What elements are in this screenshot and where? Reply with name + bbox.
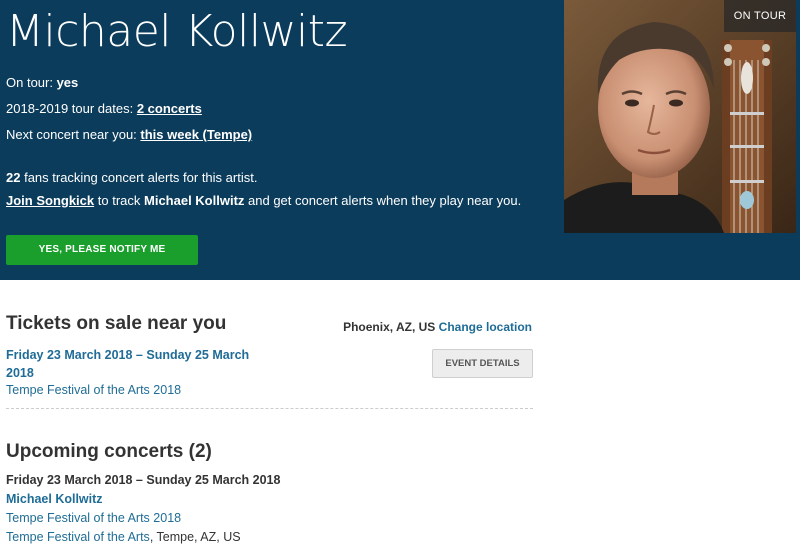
artist-name: Michael Kollwitz	[6, 6, 348, 57]
next-concert-link[interactable]: this week (Tempe)	[140, 127, 252, 142]
fans-line: 22 fans tracking concert alerts for this…	[6, 170, 257, 185]
artist-photo: ON TOUR	[564, 0, 796, 233]
on-tour-value: yes	[56, 75, 79, 90]
event-details-button[interactable]: EVENT DETAILS	[432, 349, 533, 378]
tour-dates-link[interactable]: 2 concerts	[137, 101, 202, 116]
ticket-event-name-link[interactable]: Tempe Festival of the Arts 2018	[6, 383, 181, 397]
tour-dates-label: 2018-2019 tour dates:	[6, 101, 137, 116]
upcoming-venue-link[interactable]: Tempe Festival of the Arts	[6, 530, 150, 544]
fans-text: fans tracking concert alerts for this ar…	[20, 170, 258, 185]
tour-dates-line: 2018-2019 tour dates: 2 concerts	[6, 101, 202, 116]
join-songkick-link[interactable]: Join Songkick	[6, 193, 94, 208]
current-location: Phoenix, AZ, US	[343, 320, 436, 334]
join-artist-name: Michael Kollwitz	[144, 193, 245, 208]
join-text-2: and get concert alerts when they play ne…	[244, 193, 522, 208]
on-tour-line: On tour: yes	[6, 75, 78, 90]
next-concert-line: Next concert near you: this week (Tempe)	[6, 127, 252, 142]
ticket-event-date-link[interactable]: Friday 23 March 2018 – Sunday 25 March 2…	[6, 346, 266, 382]
on-tour-badge: ON TOUR	[724, 0, 796, 32]
section-divider	[6, 408, 533, 409]
tickets-heading: Tickets on sale near you	[6, 313, 227, 334]
join-line: Join Songkick to track Michael Kollwitz …	[6, 193, 521, 208]
artist-portrait-image	[564, 0, 796, 233]
on-tour-label: On tour:	[6, 75, 57, 90]
location-line: Phoenix, AZ, US Change location	[343, 320, 532, 334]
notify-me-button[interactable]: YES, PLEASE NOTIFY ME	[6, 235, 198, 265]
change-location-link[interactable]: Change location	[439, 320, 532, 334]
upcoming-venue-line: Tempe Festival of the Arts, Tempe, AZ, U…	[6, 530, 241, 544]
fans-count: 22	[6, 170, 21, 185]
upcoming-concert-date: Friday 23 March 2018 – Sunday 25 March 2…	[6, 473, 281, 487]
upcoming-venue-city: , Tempe, AZ, US	[149, 530, 241, 544]
upcoming-concert-artist-link[interactable]: Michael Kollwitz	[6, 492, 103, 506]
artist-header: Michael Kollwitz On tour: yes 2018-2019 …	[0, 0, 800, 280]
next-concert-label: Next concert near you:	[6, 127, 141, 142]
join-text-1: to track	[94, 193, 144, 208]
upcoming-festival-link[interactable]: Tempe Festival of the Arts 2018	[6, 511, 181, 525]
upcoming-concerts-heading: Upcoming concerts (2)	[6, 441, 212, 462]
